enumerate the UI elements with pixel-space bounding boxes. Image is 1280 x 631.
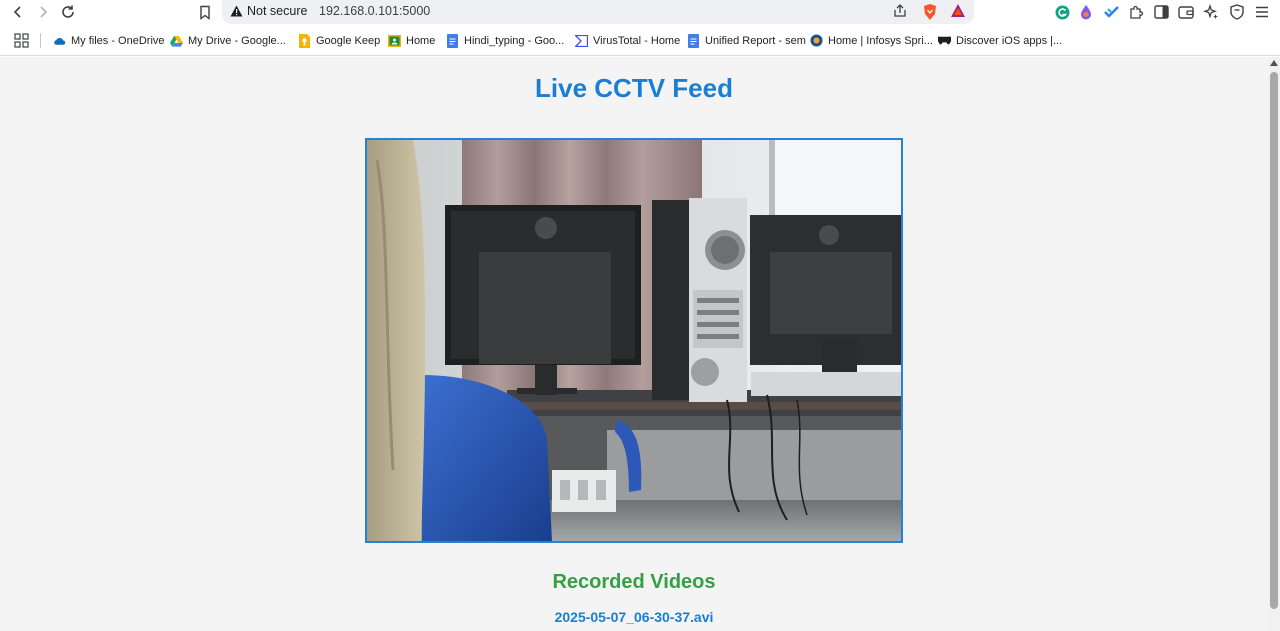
infosys-icon (810, 34, 823, 47)
virustotal-icon (575, 34, 588, 47)
back-button[interactable] (7, 2, 29, 22)
onedrive-icon (53, 34, 66, 47)
scrollbar-thumb[interactable] (1270, 72, 1278, 609)
reload-button[interactable] (57, 2, 79, 22)
bookmark-infosys-springboard[interactable]: Home | Infosys Spri... (810, 32, 933, 49)
scroll-up-arrow-icon[interactable] (1270, 60, 1278, 66)
bookmark-google-drive[interactable]: My Drive - Google... (170, 32, 286, 49)
extension-drop-icon[interactable] (1076, 3, 1096, 21)
bookmark-onedrive[interactable]: My files - OneDrive (53, 32, 165, 49)
bookmark-discover-ios-apps[interactable]: Discover iOS apps |... (938, 32, 1062, 49)
vpn-shield-icon[interactable] (1227, 3, 1247, 21)
url-text[interactable]: 192.168.0.101:5000 (319, 4, 430, 18)
brave-shields-icon[interactable] (922, 3, 938, 21)
bookmark-label: Home | Infosys Spri... (828, 34, 933, 47)
live-cctv-feed-image (365, 138, 903, 543)
google-keep-icon (298, 33, 311, 48)
bookmark-home-classroom[interactable]: Home (388, 32, 435, 49)
classroom-icon (388, 34, 401, 47)
extensions-puzzle-icon[interactable] (1126, 3, 1146, 21)
address-bar[interactable]: Not secure 192.168.0.101:5000 (222, 0, 974, 24)
bookmark-label: VirusTotal - Home (593, 34, 681, 47)
bookmark-page-button[interactable] (194, 2, 216, 22)
bookmark-label: My Drive - Google... (188, 34, 286, 47)
bookmarks-divider (40, 33, 41, 48)
apps-grid-icon[interactable] (14, 33, 29, 48)
recorded-videos-heading: Recorded Videos (552, 571, 716, 593)
google-docs-icon (446, 33, 459, 48)
bookmark-label: Hindi_typing - Goo... (464, 34, 565, 47)
bookmark-label: Google Keep (316, 34, 381, 47)
forward-button[interactable] (32, 2, 54, 22)
grammarly-extension-icon[interactable] (1052, 3, 1072, 21)
page-title: Live CCTV Feed (535, 73, 733, 103)
security-status-label[interactable]: Not secure (247, 4, 307, 18)
apps-gamepad-icon (938, 34, 951, 47)
forward-arrow-icon (40, 6, 48, 18)
leo-ai-icon[interactable] (1201, 3, 1221, 21)
google-docs-icon (687, 33, 700, 48)
recorded-video-link[interactable]: 2025-05-07_06-30-37.avi (0, 609, 1268, 625)
warning-icon (230, 5, 243, 17)
cctv-frame-image (367, 140, 901, 541)
bookmark-label: Discover iOS apps |... (956, 34, 1063, 47)
bookmark-unified-report[interactable]: Unified Report - sem (687, 32, 806, 49)
bookmark-label: My files - OneDrive (71, 34, 165, 47)
bookmark-google-keep[interactable]: Google Keep (298, 32, 380, 49)
google-drive-icon (170, 34, 183, 47)
bookmark-icon (200, 5, 210, 20)
back-arrow-icon (13, 6, 21, 18)
bookmark-label: Home (406, 34, 436, 47)
brave-rewards-icon[interactable] (950, 3, 966, 19)
extension-checkmark-icon[interactable] (1101, 3, 1121, 21)
page-content: Live CCTV Feed Recorded Videos 2025-05-0… (0, 57, 1268, 631)
sidebar-toggle-icon[interactable] (1151, 3, 1171, 21)
reload-icon (62, 5, 74, 18)
bookmarks-bar: My files - OneDrive My Drive - Google...… (0, 25, 1280, 56)
bookmark-virustotal[interactable]: VirusTotal - Home (575, 32, 680, 49)
menu-hamburger-icon[interactable] (1252, 3, 1272, 21)
browser-toolbar: Not secure 192.168.0.101:5000 (0, 0, 1280, 25)
wallet-icon[interactable] (1176, 3, 1196, 21)
page-scrollbar[interactable] (1268, 57, 1280, 631)
bookmark-hindi-typing[interactable]: Hindi_typing - Goo... (446, 32, 564, 49)
bookmark-label: Unified Report - sem (705, 34, 806, 47)
share-icon[interactable] (892, 3, 908, 19)
